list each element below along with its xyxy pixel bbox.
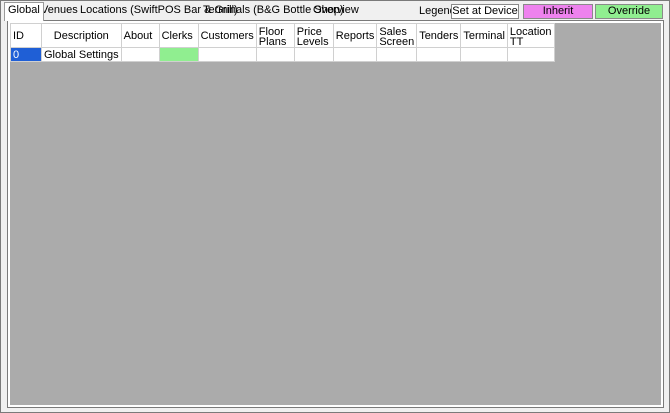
legend-set-at-device: Set at Device bbox=[451, 4, 519, 19]
cell-id[interactable]: 0 bbox=[10, 47, 42, 62]
tab-bar: Global Venues Locations (SwiftPOS Bar & … bbox=[2, 2, 668, 21]
cell-price-levels[interactable] bbox=[293, 47, 334, 62]
column-header-about[interactable]: About bbox=[120, 23, 160, 48]
table-row[interactable]: 0 Global Settings bbox=[10, 47, 555, 62]
global-tab-panel: ID Description About Clerks Customers Fl… bbox=[7, 20, 664, 408]
legend-inherit: Inherit bbox=[523, 4, 593, 19]
column-header-sales-screen[interactable]: Sales Screen bbox=[376, 23, 418, 48]
cell-location-tt[interactable] bbox=[506, 47, 555, 62]
cell-description[interactable]: Global Settings bbox=[41, 47, 122, 62]
legend-override: Override bbox=[595, 4, 663, 19]
cell-reports[interactable] bbox=[332, 47, 378, 62]
column-header-location-tt[interactable]: Location TT bbox=[506, 23, 555, 48]
cell-sales-screen[interactable] bbox=[376, 47, 418, 62]
settings-window: Global Venues Locations (SwiftPOS Bar & … bbox=[0, 0, 670, 413]
cell-tenders[interactable] bbox=[416, 47, 462, 62]
cell-terminal[interactable] bbox=[460, 47, 508, 62]
column-header-floor-plans[interactable]: Floor Plans bbox=[255, 23, 295, 48]
settings-grid[interactable]: ID Description About Clerks Customers Fl… bbox=[10, 23, 661, 405]
tab-venues[interactable]: Venues bbox=[38, 3, 81, 20]
column-header-description[interactable]: Description bbox=[41, 23, 122, 48]
cell-clerks[interactable] bbox=[158, 47, 199, 62]
header-row: ID Description About Clerks Customers Fl… bbox=[10, 23, 555, 48]
cell-about[interactable] bbox=[120, 47, 160, 62]
tab-overview[interactable]: Overview bbox=[310, 3, 362, 20]
column-header-price-levels[interactable]: Price Levels bbox=[293, 23, 334, 48]
cell-customers[interactable] bbox=[197, 47, 257, 62]
column-header-terminal[interactable]: Terminal bbox=[460, 23, 508, 48]
settings-table: ID Description About Clerks Customers Fl… bbox=[10, 23, 555, 62]
tab-global[interactable]: Global bbox=[4, 2, 44, 21]
column-header-reports[interactable]: Reports bbox=[332, 23, 378, 48]
column-header-tenders[interactable]: Tenders bbox=[416, 23, 462, 48]
column-header-clerks[interactable]: Clerks bbox=[158, 23, 199, 48]
cell-floor-plans[interactable] bbox=[255, 47, 295, 62]
column-header-customers[interactable]: Customers bbox=[197, 23, 257, 48]
column-header-id[interactable]: ID bbox=[10, 23, 42, 48]
